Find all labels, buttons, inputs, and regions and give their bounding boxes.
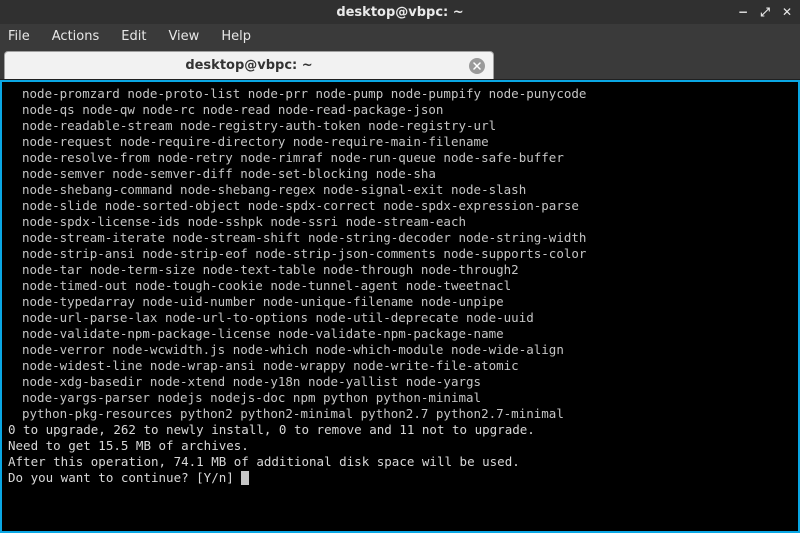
menu-file[interactable]: File — [8, 29, 30, 44]
package-list-line: node-spdx-license-ids node-sshpk node-ss… — [8, 214, 792, 230]
package-list-line: node-shebang-command node-shebang-regex … — [8, 182, 792, 198]
package-list-line: node-request node-require-directory node… — [8, 134, 792, 150]
menu-help[interactable]: Help — [221, 29, 251, 44]
package-list-line: node-typedarray node-uid-number node-uni… — [8, 294, 792, 310]
window-title: desktop@vbpc: ~ — [336, 5, 463, 20]
tab-close-icon[interactable] — [469, 58, 485, 74]
package-list-line: node-url-parse-lax node-url-to-options n… — [8, 310, 792, 326]
package-list-line: node-resolve-from node-retry node-rimraf… — [8, 150, 792, 166]
apt-summary-line: 0 to upgrade, 262 to newly install, 0 to… — [8, 422, 792, 438]
package-list-line: node-readable-stream node-registry-auth-… — [8, 118, 792, 134]
package-list-line: node-validate-npm-package-license node-v… — [8, 326, 792, 342]
menu-edit[interactable]: Edit — [121, 29, 146, 44]
window-controls: − ⤢ ✕ — [736, 0, 794, 24]
apt-summary-line: Need to get 15.5 MB of archives. — [8, 438, 792, 454]
package-list-line: node-slide node-sorted-object node-spdx-… — [8, 198, 792, 214]
apt-confirm-prompt[interactable]: Do you want to continue? [Y/n] — [8, 470, 792, 486]
menubar: File Actions Edit View Help — [0, 24, 800, 48]
package-list-line: python-pkg-resources python2 python2-min… — [8, 406, 792, 422]
tab-terminal[interactable]: desktop@vbpc: ~ — [4, 51, 494, 79]
package-list-line: node-strip-ansi node-strip-eof node-stri… — [8, 246, 792, 262]
package-list-line: node-yargs-parser nodejs nodejs-doc npm … — [8, 390, 792, 406]
window-titlebar: desktop@vbpc: ~ − ⤢ ✕ — [0, 0, 800, 24]
package-list-line: node-timed-out node-tough-cookie node-tu… — [8, 278, 792, 294]
package-list-line: node-xdg-basedir node-xtend node-y18n no… — [8, 374, 792, 390]
terminal-output[interactable]: node-promzard node-proto-list node-prr n… — [0, 80, 800, 533]
tab-label: desktop@vbpc: ~ — [185, 58, 312, 73]
maximize-icon[interactable]: ⤢ — [758, 5, 772, 19]
package-list-line: node-semver node-semver-diff node-set-bl… — [8, 166, 792, 182]
package-list-line: node-widest-line node-wrap-ansi node-wra… — [8, 358, 792, 374]
package-list-line: node-tar node-term-size node-text-table … — [8, 262, 792, 278]
package-list-line: node-verror node-wcwidth.js node-which n… — [8, 342, 792, 358]
minimize-icon[interactable]: − — [736, 5, 750, 19]
apt-summary-line: After this operation, 74.1 MB of additio… — [8, 454, 792, 470]
menu-actions[interactable]: Actions — [52, 29, 100, 44]
package-list-line: node-promzard node-proto-list node-prr n… — [8, 86, 792, 102]
menu-view[interactable]: View — [168, 29, 199, 44]
cursor-icon — [241, 471, 249, 485]
package-list-line: node-qs node-qw node-rc node-read node-r… — [8, 102, 792, 118]
tabbar: desktop@vbpc: ~ — [0, 48, 800, 80]
package-list-line: node-stream-iterate node-stream-shift no… — [8, 230, 792, 246]
close-icon[interactable]: ✕ — [780, 5, 794, 19]
